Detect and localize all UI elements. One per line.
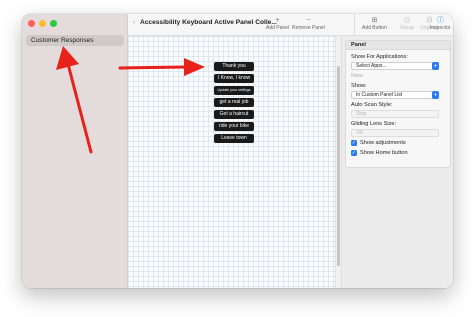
none-text: None — [351, 73, 363, 79]
sidebar-item-label: Customer Responses — [31, 37, 94, 44]
auto-scan-style-label: Auto Scan Style: — [351, 102, 393, 108]
sidebar-item-customer-responses[interactable]: Customer Responses — [26, 35, 124, 46]
minus-icon: − — [306, 17, 311, 24]
show-for-applications-label: Show For Applications: — [351, 54, 408, 60]
close-window-button[interactable] — [28, 20, 35, 27]
show-home-button-label: Show Home button — [360, 150, 408, 156]
sidebar: Customer Responses — [22, 14, 128, 288]
panel-settings-box: Panel Show For Applications: Select Apps… — [345, 40, 451, 168]
add-button-icon: ⊞ — [371, 17, 378, 24]
panel-editor-canvas[interactable]: Thank you I Know, I know Update your set… — [128, 36, 335, 288]
keyboard-button-get-a-real-job[interactable]: get a real job — [214, 98, 254, 107]
group-label: Group — [400, 25, 414, 31]
group-icon: ⊡ — [404, 17, 410, 24]
app-window: Customer Responses ‹ Accessibility Keybo… — [22, 14, 453, 288]
gliding-lens-select-value: 1/8 — [356, 130, 363, 136]
remove-panel-button[interactable]: − Remove Panel — [292, 17, 325, 31]
keyboard-button-i-know[interactable]: I Know, I know — [214, 74, 254, 83]
auto-scan-style-select[interactable]: Step — [351, 110, 439, 118]
window-title: ‹ Accessibility Keyboard Active Panel Co… — [133, 19, 277, 26]
keyboard-button-get-a-haircut[interactable]: Get a haircut — [214, 110, 254, 119]
document-title: Accessibility Keyboard Active Panel Coll… — [140, 19, 277, 26]
inspector-label: Inspector — [430, 25, 451, 31]
plus-icon: + — [275, 17, 280, 24]
add-button-button[interactable]: ⊞ Add Button — [362, 17, 387, 31]
show-adjustments-label: Show adjustments — [360, 140, 406, 146]
keyboard-button-ride-your-bike[interactable]: ride your bike — [214, 122, 254, 131]
inspector-button[interactable]: ⓘ Inspector — [430, 17, 451, 31]
screenshot-stage: Customer Responses ‹ Accessibility Keybo… — [0, 0, 474, 317]
keyboard-button-update-settings[interactable]: Update your settings — [214, 86, 254, 95]
info-icon: ⓘ — [436, 17, 444, 24]
gliding-lens-size-select[interactable]: 1/8 — [351, 129, 439, 137]
panel-section-title: Panel — [346, 41, 450, 50]
keyboard-button-thank-you[interactable]: Thank you — [214, 62, 254, 71]
chevron-down-icon: ▾ — [432, 62, 439, 70]
group-button[interactable]: ⊡ Group — [400, 17, 414, 31]
scrollbar-thumb[interactable] — [337, 66, 340, 266]
add-panel-button[interactable]: + Add Panel — [266, 17, 289, 31]
applications-select[interactable]: Select Apps... ▾ — [351, 62, 439, 70]
minimize-window-button[interactable] — [39, 20, 46, 27]
auto-scan-select-value: Step — [356, 111, 367, 117]
show-select-value: In Custom Panel List — [356, 92, 403, 98]
checkmark-icon[interactable]: ✓ — [351, 140, 357, 146]
window-controls — [28, 20, 57, 27]
toolbar-divider — [354, 14, 355, 36]
keyboard-button-leave-town[interactable]: Leave town — [214, 134, 254, 143]
chevron-down-icon: ▾ — [432, 91, 439, 99]
show-adjustments-checkbox-row[interactable]: ✓ Show adjustments — [351, 140, 406, 146]
add-button-label: Add Button — [362, 25, 387, 31]
remove-panel-label: Remove Panel — [292, 25, 325, 31]
inspector-pane: Panel Show For Applications: Select Apps… — [341, 36, 453, 288]
checkmark-icon[interactable]: ✓ — [351, 150, 357, 156]
add-panel-label: Add Panel — [266, 25, 290, 31]
show-label: Show: — [351, 83, 367, 89]
applications-select-value: Select Apps... — [356, 63, 387, 69]
gliding-lens-size-label: Gliding Lens Size: — [351, 121, 397, 127]
chevron-left-icon[interactable]: ‹ — [133, 20, 135, 26]
toolbar: ‹ Accessibility Keyboard Active Panel Co… — [128, 14, 453, 36]
zoom-window-button[interactable] — [50, 20, 57, 27]
show-home-button-checkbox-row[interactable]: ✓ Show Home button — [351, 150, 408, 156]
show-select[interactable]: In Custom Panel List ▾ — [351, 91, 439, 99]
